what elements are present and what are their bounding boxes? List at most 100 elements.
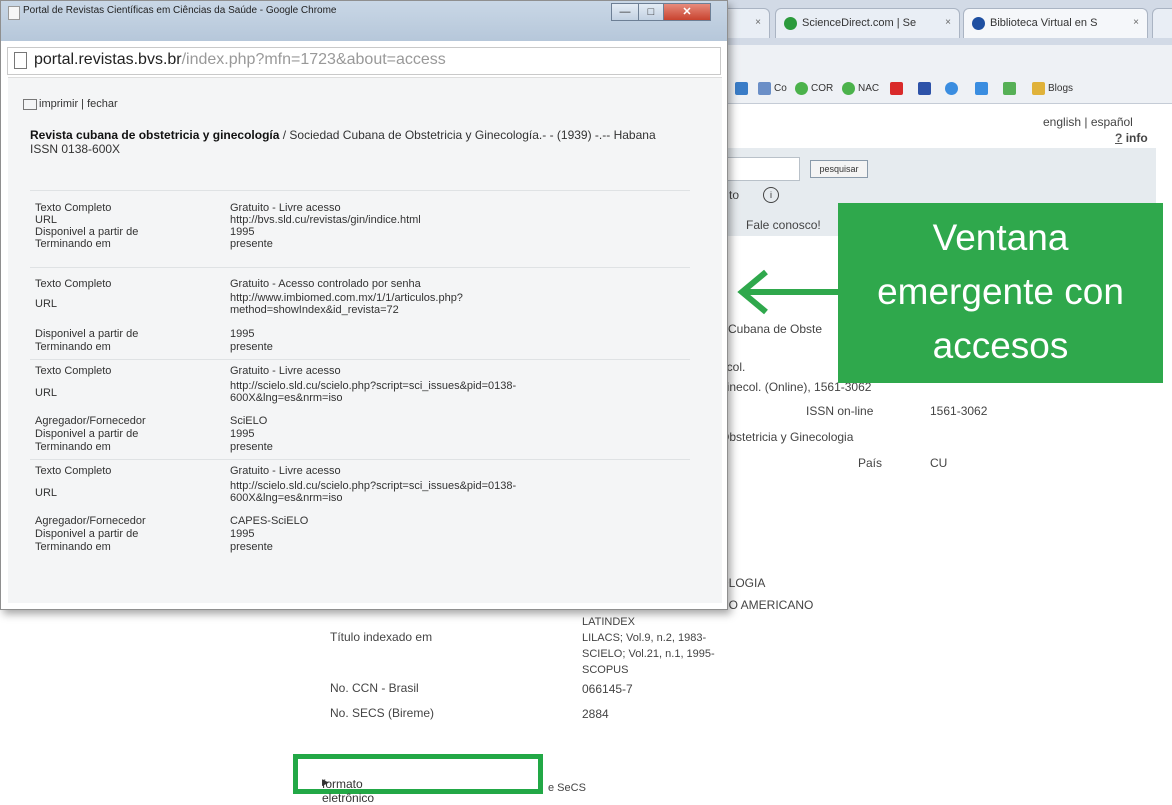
minimize-button[interactable]: — <box>611 3 639 21</box>
secs-label: No. SECS (Bireme) <box>330 706 435 720</box>
annotation-callout: Ventana emergente con accesos <box>838 203 1163 383</box>
ending-value: presente <box>230 238 273 250</box>
page-icon <box>14 52 27 69</box>
region-partial: NO AMERICANO <box>720 598 814 612</box>
popup-address-bar[interactable]: portal.revistas.bvs.br/index.php?mfn=172… <box>7 47 721 75</box>
url-line: 600X&lng=es&nrm=iso <box>230 492 343 504</box>
bottom-partial: e SeCS <box>548 782 586 794</box>
url-line: http://scielo.sld.cu/scielo.php?script=s… <box>230 480 517 492</box>
background-tab-sciencedirect[interactable]: ScienceDirect.com | Se × <box>775 8 960 38</box>
bookmark-item[interactable] <box>945 80 961 98</box>
popup-title-bar[interactable]: Portal de Revistas Científicas em Ciênci… <box>1 1 727 41</box>
indexed-value-line: SCOPUS <box>582 664 629 676</box>
access-label: Texto Completo <box>35 465 112 477</box>
url-text: portal.revistas.bvs.br/index.php?mfn=172… <box>34 51 446 68</box>
bookmark-item[interactable]: COR <box>795 80 833 98</box>
help-link[interactable]: ? info <box>1115 131 1148 145</box>
electronic-format-link[interactable]: ▶ formato eletrônico <box>293 754 543 805</box>
access-label: Texto Completo <box>35 278 112 290</box>
bookmark-icon <box>735 81 748 95</box>
popup-window: Portal de Revistas Científicas em Ciênci… <box>0 0 728 610</box>
url-value-link[interactable]: http://www.imbiomed.com.mx/1/1/articulos… <box>230 292 463 316</box>
callout-line: accesos <box>932 325 1069 366</box>
url-label: URL <box>35 387 58 399</box>
bookmark-item[interactable]: NAC <box>842 80 879 98</box>
page-icon <box>758 81 771 95</box>
available-from-value: 1995 <box>230 226 255 238</box>
secs-value: 2884 <box>582 707 609 721</box>
ending-label: Terminando em <box>35 238 111 250</box>
bookmark-item[interactable] <box>975 80 991 98</box>
bookmark-item[interactable] <box>890 80 906 98</box>
url-value-link[interactable]: http://bvs.sld.cu/revistas/gin/indice.ht… <box>230 214 421 226</box>
indexed-value-line: SCIELO; Vol.21, n.1, 1995- <box>582 648 715 660</box>
issn-online-value: 1561-3062 <box>930 404 988 418</box>
ccn-label: No. CCN - Brasil <box>330 681 419 695</box>
partial-label: to <box>729 188 740 202</box>
callout-line: Ventana <box>932 217 1069 258</box>
bookmark-item[interactable] <box>918 80 934 98</box>
bookmark-icon <box>918 81 931 95</box>
ending-label: Terminando em <box>35 441 111 453</box>
language-links[interactable]: english | español <box>1043 115 1133 129</box>
maximize-button[interactable]: □ <box>638 3 664 21</box>
ccn-value: 066145-7 <box>582 682 633 696</box>
contact-link[interactable]: Fale conosco! <box>746 218 821 232</box>
new-tab-button[interactable] <box>1152 8 1172 38</box>
close-window-button[interactable]: ✕ <box>663 3 711 21</box>
tab-label: ScienceDirect.com | Se <box>802 17 917 29</box>
available-from-label: Disponivel a partir de <box>35 428 139 440</box>
available-from-value: 1995 <box>230 328 255 340</box>
access-value: Gratuito - Livre acesso <box>230 465 341 477</box>
url-line: http://scielo.sld.cu/scielo.php?script=s… <box>230 380 517 392</box>
tab-close-icon[interactable]: × <box>1133 9 1139 37</box>
page-icon <box>8 6 20 20</box>
tab-label: Biblioteca Virtual en S <box>990 17 1098 29</box>
url-value-link[interactable]: http://scielo.sld.cu/scielo.php?script=s… <box>230 480 516 504</box>
available-from-label: Disponivel a partir de <box>35 528 139 540</box>
ending-label: Terminando em <box>35 541 111 553</box>
popup-content: imprimir | fechar Revista cubana de obst… <box>8 77 722 603</box>
bookmark-item[interactable] <box>1003 80 1019 98</box>
tab-close-icon[interactable]: × <box>755 9 761 37</box>
bookmark-folder-blogs[interactable]: Blogs <box>1032 80 1073 98</box>
journal-title-partial: Cubana de Obste <box>728 322 823 336</box>
divider <box>30 459 690 460</box>
bookmark-icon <box>1003 81 1016 95</box>
url-label: URL <box>35 298 58 310</box>
globe-icon <box>795 81 808 95</box>
bookmark-item[interactable]: Co <box>758 80 787 98</box>
url-value-link[interactable]: http://scielo.sld.cu/scielo.php?script=s… <box>230 380 516 404</box>
available-from-label: Disponivel a partir de <box>35 226 139 238</box>
country-value: CU <box>930 456 948 470</box>
close-link[interactable]: fechar <box>87 98 118 110</box>
aggregator-value: SciELO <box>230 415 268 427</box>
indexed-value-line: LILACS; Vol.9, n.2, 1983- <box>582 632 707 644</box>
aggregator-label: Agregador/Fornecedor <box>35 515 146 527</box>
help-icon: ? <box>1115 131 1123 145</box>
info-icon[interactable]: i <box>763 187 779 203</box>
access-value: Gratuito - Livre acesso <box>230 365 341 377</box>
url-line: method=showIndex&id_revista=72 <box>230 304 399 316</box>
url-line: 600X&lng=es&nrm=iso <box>230 392 343 404</box>
bookmark-item[interactable] <box>735 80 751 98</box>
tab-close-icon[interactable]: × <box>945 9 951 37</box>
format-link-label: formato eletrônico <box>322 777 375 805</box>
divider <box>30 190 690 191</box>
print-link[interactable]: imprimir <box>39 98 78 110</box>
folder-icon <box>1032 81 1045 95</box>
url-label: URL <box>35 214 58 226</box>
available-from-value: 1995 <box>230 428 255 440</box>
access-label: Texto Completo <box>35 365 112 377</box>
background-tab-biblioteca-virtual[interactable]: Biblioteca Virtual en S × <box>963 8 1148 38</box>
sciencedirect-favicon-icon <box>784 17 797 30</box>
access-value: Gratuito - Livre acesso <box>230 202 341 214</box>
country-label: País <box>858 456 883 470</box>
bookmark-icon <box>945 81 958 95</box>
globe-icon <box>842 81 855 95</box>
bvs-favicon-icon <box>972 17 985 30</box>
search-button[interactable]: pesquisar <box>810 160 868 178</box>
available-from-label: Disponivel a partir de <box>35 328 139 340</box>
access-label: Texto Completo <box>35 202 112 214</box>
aggregator-label: Agregador/Fornecedor <box>35 415 146 427</box>
